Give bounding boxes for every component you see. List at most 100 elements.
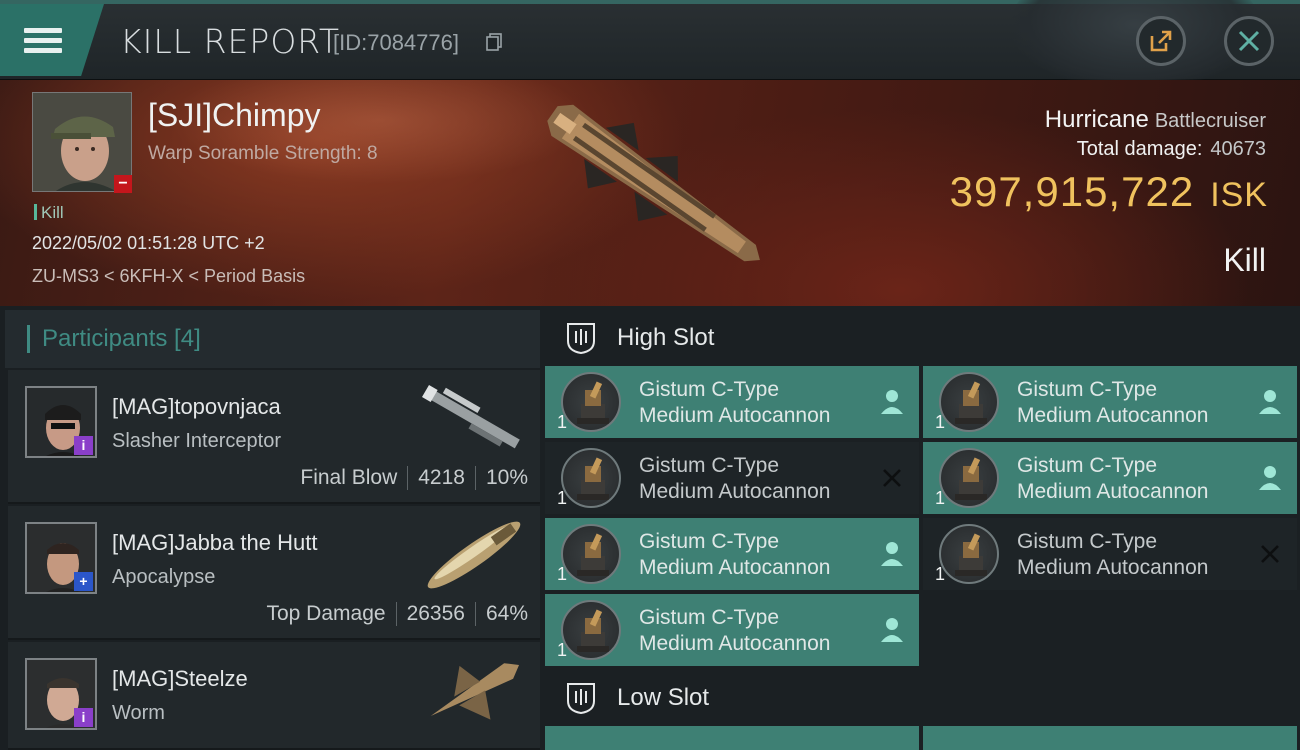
autocannon-icon <box>939 448 999 508</box>
module-type: Medium Autocannon <box>1017 556 1209 579</box>
participant-percent: 10% <box>485 466 528 489</box>
fitted-person-icon <box>881 390 903 414</box>
participant-damage: 26356 <box>406 602 465 625</box>
module-slot[interactable]: 1 Gistum C-Type Medium Autocannon <box>923 366 1297 438</box>
total-damage-label: Total damage: <box>1076 138 1203 160</box>
participant-role: Final Blow <box>300 466 398 489</box>
victim-name[interactable]: [SJI]Chimpy <box>148 97 320 134</box>
high-slot-header: High Slot <box>545 308 1300 368</box>
participant-badge: i <box>74 708 93 727</box>
fitted-person-icon <box>881 618 903 642</box>
participant-name: [MAG]Steelze <box>112 666 248 691</box>
high-slot-icon <box>567 323 595 355</box>
destroyed-x-icon <box>1261 545 1279 563</box>
isk-unit: ISK <box>1210 176 1268 214</box>
autocannon-icon <box>561 600 621 660</box>
module-slot[interactable]: 1 Gistum C-Type Medium Autocannon <box>545 442 919 514</box>
kill-type-tag: Kill <box>34 203 64 223</box>
module-name: Gistum C-Type <box>639 378 780 401</box>
copy-icon[interactable] <box>486 33 502 51</box>
fitted-person-icon <box>881 542 903 566</box>
participant-stats: Top Damage 26356 64% <box>266 602 528 626</box>
ship-class: Battlecruiser <box>1154 110 1266 132</box>
participant-ship: Apocalypse <box>112 566 216 588</box>
module-type: Medium Autocannon <box>1017 480 1209 503</box>
module-type: Medium Autocannon <box>639 480 831 503</box>
module-quantity: 1 <box>557 640 568 660</box>
participant-ship-icon <box>427 521 521 589</box>
report-id: [ID:7084776] <box>333 30 459 55</box>
module-slot[interactable]: 1 Gistum C-Type Medium Autocannon <box>545 518 919 590</box>
autocannon-icon <box>561 372 621 432</box>
module-name: Gistum C-Type <box>639 606 780 629</box>
isk-amount: 397,915,722 <box>949 168 1195 215</box>
module-quantity: 1 <box>935 564 946 584</box>
share-button[interactable] <box>1136 16 1186 66</box>
participant-row[interactable]: i [MAG]topovnjaca Slasher Interceptor Fi… <box>8 370 540 504</box>
participant-badge: i <box>74 436 93 455</box>
fitted-person-icon <box>1259 390 1281 414</box>
participant-badge: + <box>74 572 93 591</box>
module-name: Gistum C-Type <box>1017 530 1158 553</box>
menu-button[interactable] <box>0 4 104 76</box>
close-icon <box>1238 30 1260 52</box>
module-type: Medium Autocannon <box>1017 404 1209 427</box>
module-name: Gistum C-Type <box>1017 378 1158 401</box>
module-slot[interactable]: 1 Gistum C-Type Medium Autocannon <box>545 366 919 438</box>
top-bar: KILL REPORT [ID:7084776] <box>0 0 1300 90</box>
module-slot[interactable] <box>545 726 919 750</box>
warp-scramble-strength: Warp Soramble Strength: 8 <box>148 143 378 164</box>
destroyed-x-icon <box>883 469 901 487</box>
participant-ship-icon <box>422 384 520 449</box>
module-quantity: 1 <box>557 488 568 508</box>
total-damage-value: 40673 <box>1210 138 1266 160</box>
share-icon <box>1150 30 1172 52</box>
high-slot-label: High Slot <box>617 324 715 351</box>
low-slot-header: Low Slot <box>545 668 1300 728</box>
kill-location[interactable]: ZU-MS3 < 6KFH-X < Period Basis <box>32 266 305 287</box>
close-button[interactable] <box>1224 16 1274 66</box>
module-quantity: 1 <box>935 488 946 508</box>
participant-name: [MAG]topovnjaca <box>112 394 281 419</box>
total-damage: Total damage: 40673 <box>1077 138 1266 161</box>
participants-header[interactable]: Participants [4] <box>5 310 540 368</box>
participant-name: [MAG]Jabba the Hutt <box>112 530 318 555</box>
victim-ship-name[interactable]: Hurricane Battlecruiser <box>1045 106 1266 134</box>
participant-role: Top Damage <box>266 602 386 625</box>
participant-row[interactable]: + [MAG]Jabba the Hutt Apocalypse Top Dam… <box>8 506 540 640</box>
page-title: KILL REPORT <box>120 22 340 61</box>
module-name: Gistum C-Type <box>639 530 780 553</box>
module-type: Medium Autocannon <box>639 404 831 427</box>
kill-datetime: 2022/05/02 01:51:28 UTC +2 <box>32 233 265 253</box>
autocannon-icon <box>939 372 999 432</box>
header-decoration <box>1010 0 1260 90</box>
low-slot-icon <box>567 683 595 715</box>
module-quantity: 1 <box>935 412 946 432</box>
participant-ship: Slasher Interceptor <box>112 430 281 452</box>
hamburger-icon <box>24 23 62 58</box>
isk-value: 397,915,722 ISK <box>950 168 1268 216</box>
participants-panel: Participants [4] i [MAG]topovnjaca Slash… <box>0 306 540 750</box>
low-slot-label: Low Slot <box>617 684 710 711</box>
module-name: Gistum C-Type <box>639 454 780 477</box>
fitted-person-icon <box>1259 466 1281 490</box>
module-quantity: 1 <box>557 564 568 584</box>
kill-summary: − [SJI]Chimpy Warp Soramble Strength: 8 … <box>0 80 1300 306</box>
module-slot[interactable]: 1 Gistum C-Type Medium Autocannon <box>545 594 919 666</box>
result-label: Kill <box>1223 242 1266 278</box>
participant-damage: 4218 <box>418 466 465 489</box>
fitting-panel: High Slot 1 Gistum C-Type Medium Autocanno… <box>540 306 1300 750</box>
participant-percent: 64% <box>485 602 528 625</box>
autocannon-icon <box>561 448 621 508</box>
module-slot[interactable] <box>923 726 1297 750</box>
module-slot[interactable]: 1 Gistum C-Type Medium Autocannon <box>923 518 1297 590</box>
participant-ship-icon <box>430 663 520 720</box>
module-quantity: 1 <box>557 412 568 432</box>
ship-type: Hurricane <box>1044 106 1149 133</box>
participant-row[interactable]: i [MAG]Steelze Worm <box>8 642 540 750</box>
module-slot[interactable]: 1 Gistum C-Type Medium Autocannon <box>923 442 1297 514</box>
autocannon-icon <box>939 524 999 584</box>
participant-ship: Worm <box>112 702 165 724</box>
module-name: Gistum C-Type <box>1017 454 1158 477</box>
hostile-badge: − <box>114 175 132 193</box>
